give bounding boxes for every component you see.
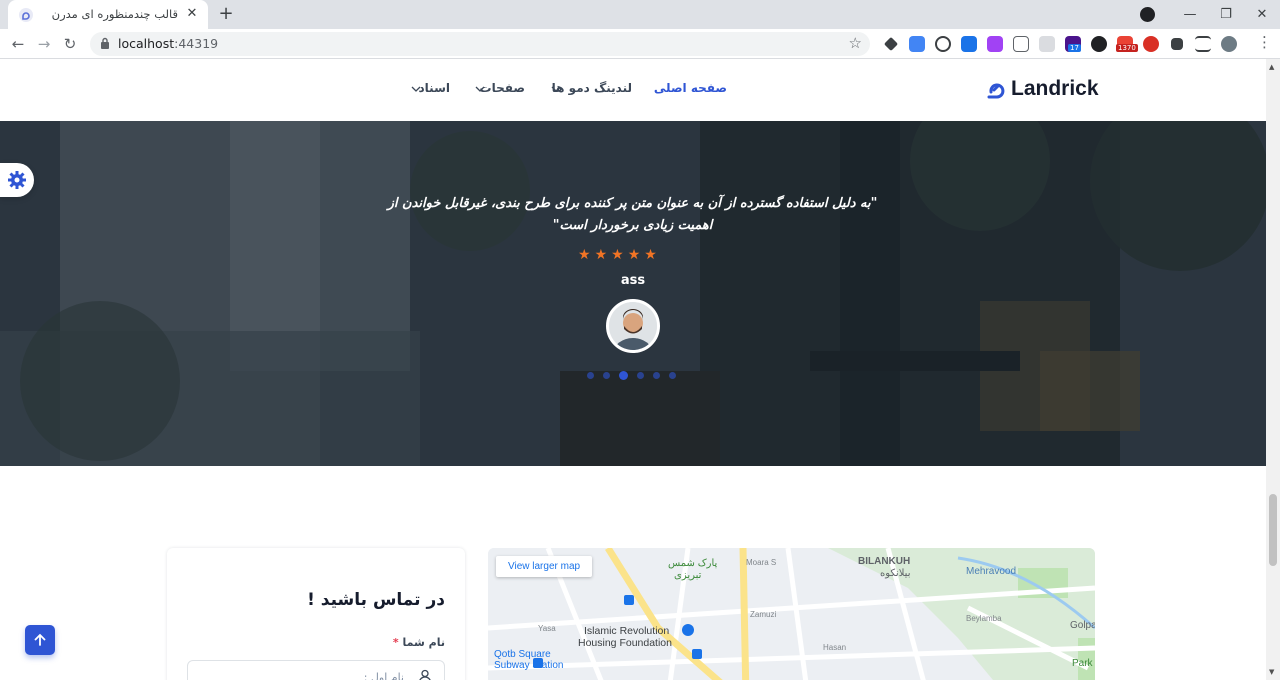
carousel-dot[interactable]: [669, 372, 676, 379]
testimonial-author: ass: [620, 273, 646, 288]
map-label: Park: [1072, 658, 1093, 669]
mail-extension-icon[interactable]: 1370: [1114, 33, 1138, 55]
map-label: پارک شمس: [668, 558, 718, 569]
page-scrollbar[interactable]: ▲ ▼: [1266, 59, 1280, 680]
browser-tab[interactable]: قالب چندمنظوره ای مدرن ✕: [8, 0, 208, 29]
reload-icon[interactable]: ↻: [60, 34, 80, 54]
tab-search-icon[interactable]: [1140, 7, 1155, 22]
code-extension-icon[interactable]: [1010, 33, 1032, 55]
tab-title: قالب چندمنظوره ای مدرن: [51, 7, 178, 21]
map-label: Golpa: [1070, 620, 1095, 631]
star-icon: ★: [627, 247, 641, 263]
star-icon: ★: [611, 247, 624, 263]
extensions-bar: 17 1370: [880, 33, 1240, 55]
chevron-down-icon[interactable]: [474, 83, 486, 95]
map-label: بیلانکوه: [880, 568, 911, 579]
star-icon: ★: [644, 247, 657, 263]
browser-menu-icon[interactable]: ⋮: [1257, 33, 1272, 51]
name-label: نام شما *: [392, 636, 445, 649]
scroll-up-icon[interactable]: ▲: [1269, 63, 1274, 71]
map-label: Mehravood: [966, 566, 1017, 577]
map-label: Subway Station: [494, 660, 564, 671]
chevron-down-icon[interactable]: [550, 83, 562, 95]
url-text: localhost:44319: [118, 36, 219, 51]
carousel-dot-active[interactable]: [619, 371, 628, 380]
first-name-input[interactable]: نام اول :: [187, 660, 445, 680]
map-label: Yasa: [538, 624, 556, 633]
lock-icon[interactable]: [100, 37, 110, 50]
site-header: Landrick صفحه اصلی لندینگ دمو ها صفحات ا…: [0, 59, 1266, 121]
forward-icon[interactable]: →: [34, 34, 54, 54]
star-icon: ★: [578, 247, 591, 263]
address-bar[interactable]: localhost:44319 ☆: [90, 32, 870, 56]
map-label: Qotb Square: [494, 649, 551, 660]
arrow-up-icon: [34, 633, 46, 646]
new-tab-button[interactable]: +: [216, 4, 236, 24]
scrollbar-thumb[interactable]: [1269, 494, 1277, 566]
map-label: Housing Foundation: [578, 637, 672, 649]
map-label: BILANKUH: [858, 556, 911, 567]
theme-settings-button[interactable]: [0, 163, 34, 197]
reading-list-icon[interactable]: [1192, 33, 1214, 55]
back-to-top-button[interactable]: [25, 625, 55, 655]
carousel-dots: [587, 371, 676, 380]
map-label: Hasan: [823, 643, 847, 652]
bookmark-star-icon[interactable]: ☆: [849, 34, 862, 52]
contact-form-card: در تماس باشید ! نام شما * نام اول :: [167, 548, 465, 680]
google-map[interactable]: View larger map پارک شمس تبریزی BILANKUH…: [488, 548, 1095, 680]
scroll-down-icon[interactable]: ▼: [1269, 668, 1274, 676]
translate-extension-icon[interactable]: [906, 33, 928, 55]
carousel-dot[interactable]: [637, 372, 644, 379]
speed-extension-icon[interactable]: [932, 33, 954, 55]
gear-icon: [8, 171, 26, 189]
map-label: Islamic Revolution: [584, 625, 670, 637]
graduation-extension-icon[interactable]: 17: [1062, 33, 1084, 55]
carousel-dot[interactable]: [603, 372, 610, 379]
nav-landing-demos[interactable]: لندینگ دمو ها: [552, 81, 632, 95]
browser-toolbar: ← → ↻ localhost:44319 ☆ 17 1370 ⋮: [0, 29, 1280, 59]
purple-extension-icon[interactable]: [984, 33, 1006, 55]
nav-pages[interactable]: صفحات: [480, 81, 525, 95]
close-tab-icon[interactable]: ✕: [184, 6, 200, 22]
download-extension-icon[interactable]: [958, 33, 980, 55]
rating-stars: ★ ★ ★ ★ ★: [578, 247, 657, 263]
landrick-logo-icon: [987, 83, 1005, 99]
testimonial-hero: "به دلیل استفاده گسترده از آن به عنوان م…: [0, 121, 1266, 466]
check-extension-icon[interactable]: [1140, 33, 1162, 55]
star-icon: ★: [594, 247, 608, 263]
landrick-favicon-icon: [19, 8, 33, 22]
minimize-icon[interactable]: —: [1172, 0, 1208, 29]
author-avatar: [606, 299, 660, 353]
window-controls: — ❐ ✕: [1172, 0, 1280, 29]
nav-docs[interactable]: اسناد: [419, 81, 450, 95]
user-icon: [419, 669, 431, 680]
map-label: تبریزی: [674, 570, 702, 581]
carousel-dot[interactable]: [653, 372, 660, 379]
first-name-placeholder: نام اول :: [363, 671, 404, 680]
browser-tab-strip: قالب چندمنظوره ای مدرن ✕ + — ❐ ✕: [0, 0, 1280, 29]
puzzle-extensions-icon[interactable]: [1166, 33, 1188, 55]
chevron-down-icon[interactable]: [410, 83, 422, 95]
hero-overlay: [0, 121, 1266, 466]
carousel-dot[interactable]: [587, 372, 594, 379]
g-extension-icon[interactable]: [1088, 33, 1110, 55]
page-viewport: Landrick صفحه اصلی لندینگ دمو ها صفحات ا…: [0, 59, 1266, 680]
site-logo[interactable]: Landrick: [985, 75, 1099, 103]
map-label: Moara S: [746, 558, 777, 567]
map-label: Zamuzi: [750, 610, 777, 619]
window-close-icon[interactable]: ✕: [1244, 0, 1280, 29]
view-larger-map-link[interactable]: View larger map: [496, 556, 593, 577]
cloud-extension-icon[interactable]: [1036, 33, 1058, 55]
contact-title: در تماس باشید !: [307, 590, 445, 610]
map-label: Beylamba: [966, 614, 1002, 623]
testimonial-quote: "به دلیل استفاده گسترده از آن به عنوان م…: [387, 196, 878, 233]
restore-icon[interactable]: ❐: [1208, 0, 1244, 29]
back-icon[interactable]: ←: [8, 34, 28, 54]
nav-home[interactable]: صفحه اصلی: [654, 81, 727, 95]
logo-text: Landrick: [1011, 77, 1099, 100]
profile-avatar-icon[interactable]: [1218, 33, 1240, 55]
eyedropper-extension-icon[interactable]: [880, 33, 902, 55]
